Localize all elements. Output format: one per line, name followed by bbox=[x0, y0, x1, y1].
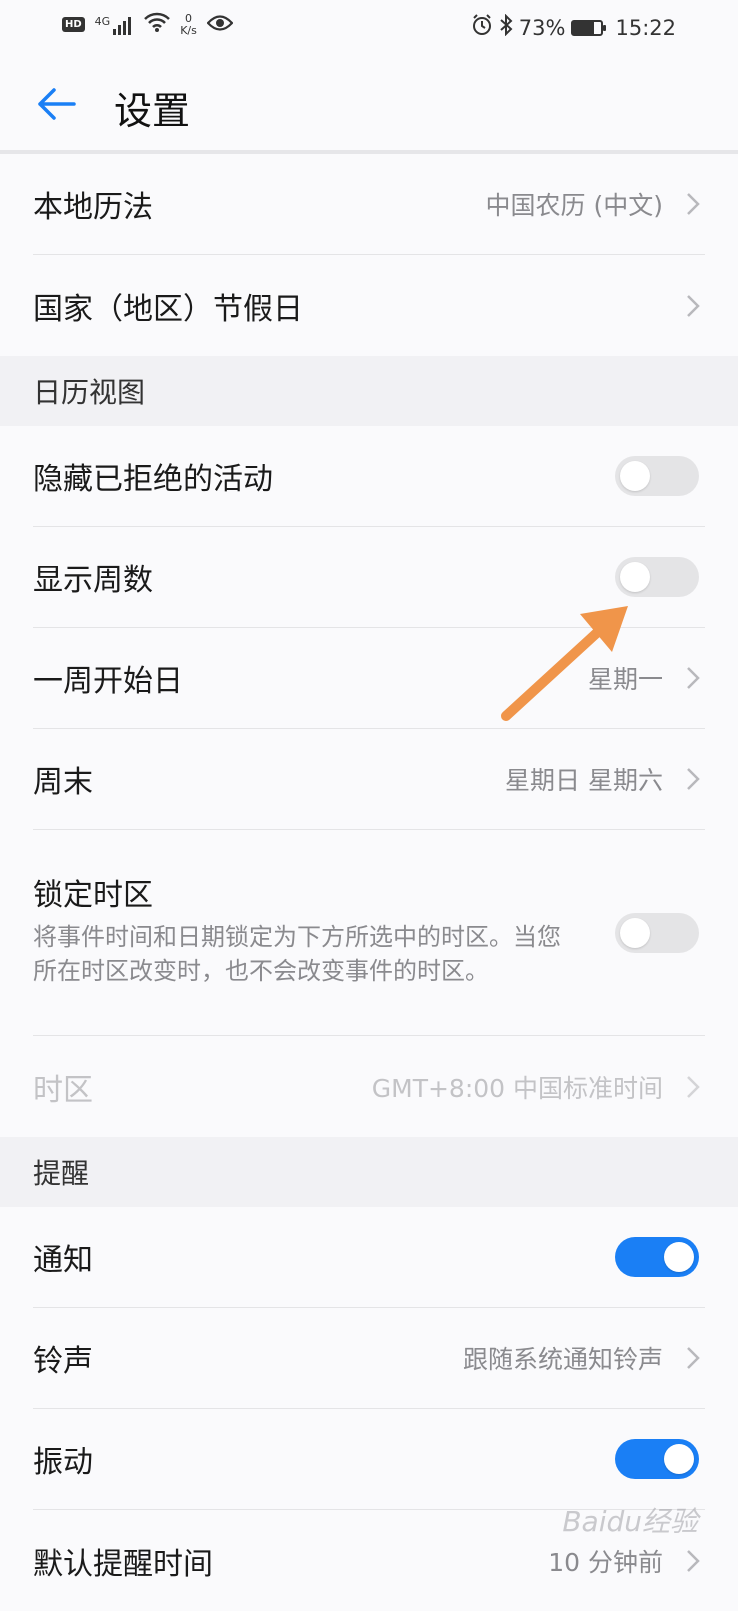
status-right: 73% 15:22 bbox=[471, 13, 676, 41]
bluetooth-icon bbox=[499, 13, 513, 41]
chevron-right-icon bbox=[687, 667, 700, 689]
notifications-switch[interactable] bbox=[615, 1237, 699, 1277]
row-value: 中国农历 (中文) bbox=[485, 191, 663, 220]
watermark: Baidu经验 bbox=[562, 1505, 698, 1538]
row-local-calendar[interactable]: 本地历法 中国农历 (中文) bbox=[33, 154, 705, 255]
switch-knob bbox=[664, 1444, 694, 1474]
chevron-right-icon bbox=[687, 193, 700, 215]
row-week-start[interactable]: 一周开始日 星期一 bbox=[33, 628, 705, 729]
row-value: GMT+8:00 中国标准时间 bbox=[371, 1073, 663, 1103]
row-label: 通知 bbox=[33, 1243, 93, 1278]
chevron-right-icon bbox=[687, 1347, 700, 1369]
status-left: HD 4G 0 K/s bbox=[62, 11, 234, 37]
page-title: 设置 bbox=[114, 89, 191, 133]
signal-icon: 4G bbox=[95, 15, 135, 35]
back-arrow-icon[interactable] bbox=[34, 82, 78, 126]
hide-declined-switch[interactable] bbox=[615, 456, 699, 496]
network-type: 4G bbox=[94, 14, 111, 28]
row-label: 默认提醒时间 bbox=[33, 1546, 213, 1582]
row-label: 周末 bbox=[33, 765, 93, 800]
chevron-right-icon bbox=[687, 294, 700, 317]
row-label: 国家（地区）节假日 bbox=[33, 291, 303, 327]
row-vibrate[interactable]: 振动 bbox=[33, 1409, 705, 1510]
lock-timezone-switch[interactable] bbox=[615, 913, 699, 953]
row-label: 本地历法 bbox=[33, 190, 153, 225]
status-bar: HD 4G 0 K/s 73% 15:22 bbox=[0, 0, 738, 58]
battery-icon bbox=[571, 19, 607, 36]
settings-list: 本地历法 中国农历 (中文) 国家（地区）节假日 日历视图 隐藏已拒绝的活动 显… bbox=[0, 154, 738, 1611]
row-value: 星期一 bbox=[587, 665, 663, 694]
network-speed: 0 K/s bbox=[180, 11, 197, 37]
section-label: 日历视图 bbox=[33, 376, 146, 409]
battery-percent: 73% bbox=[518, 15, 566, 40]
show-week-switch[interactable] bbox=[615, 557, 699, 597]
row-label: 铃声 bbox=[33, 1344, 93, 1379]
row-timezone: 时区 GMT+8:00 中国标准时间 bbox=[33, 1036, 705, 1137]
row-description: 将事件时间和日期锁定为下方所选中的时区。当您所在时区改变时，也不会改变事件的时区… bbox=[33, 923, 561, 985]
row-label: 时区 bbox=[33, 1072, 93, 1108]
row-value: 10 分钟前 bbox=[548, 1547, 663, 1577]
eye-icon bbox=[206, 13, 234, 37]
row-label: 隐藏已拒绝的活动 bbox=[33, 462, 273, 497]
section-header-calendar-view: 日历视图 bbox=[0, 356, 738, 426]
section-header-reminders: 提醒 bbox=[0, 1137, 738, 1207]
battery-fill bbox=[573, 21, 594, 34]
chevron-right-icon bbox=[687, 1075, 700, 1098]
clock: 15:22 bbox=[615, 15, 676, 40]
row-label: 显示周数 bbox=[33, 563, 153, 598]
row-label: 振动 bbox=[33, 1445, 93, 1480]
switch-knob bbox=[620, 461, 650, 491]
switch-knob bbox=[664, 1242, 694, 1272]
vibrate-switch[interactable] bbox=[615, 1439, 699, 1479]
row-holidays[interactable]: 国家（地区）节假日 bbox=[33, 255, 705, 356]
switch-knob bbox=[620, 918, 650, 948]
row-weekend[interactable]: 周末 星期日 星期六 bbox=[33, 729, 705, 830]
speed-value: 0 bbox=[185, 11, 193, 25]
row-label: 锁定时区 bbox=[33, 878, 153, 913]
row-notifications[interactable]: 通知 bbox=[33, 1207, 705, 1308]
app-bar: 设置 bbox=[0, 58, 738, 150]
chevron-right-icon bbox=[687, 768, 700, 790]
chevron-right-icon bbox=[687, 1549, 700, 1572]
alarm-icon bbox=[471, 14, 493, 41]
row-value: 跟随系统通知铃声 bbox=[462, 1345, 663, 1374]
switch-knob bbox=[620, 562, 650, 592]
row-value: 星期日 星期六 bbox=[505, 766, 663, 795]
hd-badge: HD bbox=[62, 17, 85, 32]
row-label: 一周开始日 bbox=[33, 664, 183, 699]
row-hide-declined[interactable]: 隐藏已拒绝的活动 bbox=[33, 426, 705, 527]
speed-unit: K/s bbox=[180, 23, 197, 37]
row-ringtone[interactable]: 铃声 跟随系统通知铃声 bbox=[33, 1308, 705, 1409]
wifi-icon bbox=[144, 12, 171, 37]
row-show-week-number[interactable]: 显示周数 bbox=[33, 527, 705, 628]
row-lock-timezone[interactable]: 锁定时区 将事件时间和日期锁定为下方所选中的时区。当您所在时区改变时，也不会改变… bbox=[33, 830, 705, 1036]
section-label: 提醒 bbox=[33, 1157, 90, 1190]
